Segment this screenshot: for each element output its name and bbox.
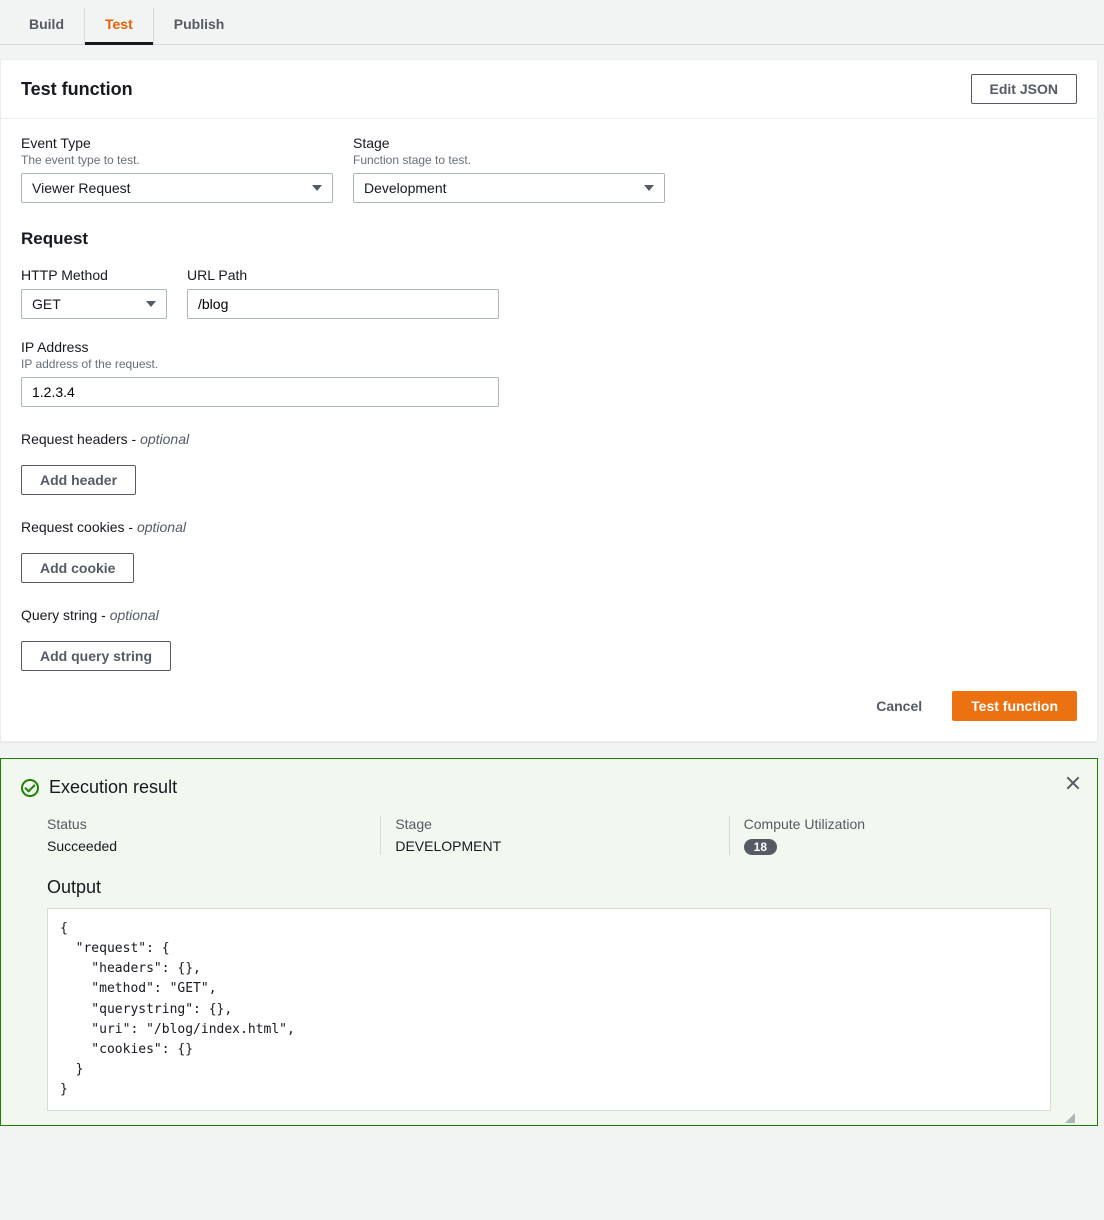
url-path-label: URL Path xyxy=(187,267,499,283)
tab-test[interactable]: Test xyxy=(84,8,153,44)
ip-input[interactable] xyxy=(21,377,499,407)
result-stage-value: DEVELOPMENT xyxy=(395,838,728,854)
close-icon[interactable] xyxy=(1065,775,1081,791)
http-method-value: GET xyxy=(32,296,61,312)
resize-handle-icon[interactable] xyxy=(21,1111,1077,1125)
query-label: Query string - xyxy=(21,607,110,623)
tab-build[interactable]: Build xyxy=(8,8,84,44)
compute-badge: 18 xyxy=(744,839,777,855)
execution-result-panel: Execution result Status Succeeded Stage … xyxy=(0,758,1098,1126)
headers-label: Request headers - xyxy=(21,431,140,447)
caret-down-icon xyxy=(312,185,322,191)
stage-hint: Function stage to test. xyxy=(353,153,665,167)
test-function-button[interactable]: Test function xyxy=(952,691,1077,721)
output-label: Output xyxy=(47,877,1077,898)
optional-text: optional xyxy=(110,607,159,623)
caret-down-icon xyxy=(146,301,156,307)
caret-down-icon xyxy=(644,185,654,191)
status-value: Succeeded xyxy=(47,838,380,854)
cancel-button[interactable]: Cancel xyxy=(858,692,940,720)
compute-label: Compute Utilization xyxy=(744,816,1077,832)
test-function-panel: Test function Edit JSON Event Type The e… xyxy=(0,59,1098,742)
stage-value: Development xyxy=(364,180,447,196)
tab-publish[interactable]: Publish xyxy=(153,8,245,44)
cookies-label: Request cookies - xyxy=(21,519,137,535)
add-header-button[interactable]: Add header xyxy=(21,465,136,495)
success-check-icon xyxy=(21,779,39,797)
http-method-label: HTTP Method xyxy=(21,267,167,283)
event-type-select[interactable]: Viewer Request xyxy=(21,173,333,203)
add-cookie-button[interactable]: Add cookie xyxy=(21,553,134,583)
output-code[interactable]: { "request": { "headers": {}, "method": … xyxy=(47,908,1051,1111)
stage-select[interactable]: Development xyxy=(353,173,665,203)
event-type-value: Viewer Request xyxy=(32,180,131,196)
http-method-select[interactable]: GET xyxy=(21,289,167,319)
stage-label: Stage xyxy=(353,135,665,151)
status-label: Status xyxy=(47,816,380,832)
request-section-title: Request xyxy=(21,229,1077,249)
edit-json-button[interactable]: Edit JSON xyxy=(971,74,1077,104)
add-query-button[interactable]: Add query string xyxy=(21,641,171,671)
url-path-input[interactable] xyxy=(187,289,499,319)
tabs: Build Test Publish xyxy=(0,0,1104,45)
ip-label: IP Address xyxy=(21,339,499,355)
event-type-hint: The event type to test. xyxy=(21,153,333,167)
optional-text: optional xyxy=(137,519,186,535)
event-type-label: Event Type xyxy=(21,135,333,151)
optional-text: optional xyxy=(140,431,189,447)
ip-hint: IP address of the request. xyxy=(21,357,499,371)
result-title: Execution result xyxy=(49,777,177,798)
panel-title: Test function xyxy=(21,79,133,100)
result-stage-label: Stage xyxy=(395,816,728,832)
